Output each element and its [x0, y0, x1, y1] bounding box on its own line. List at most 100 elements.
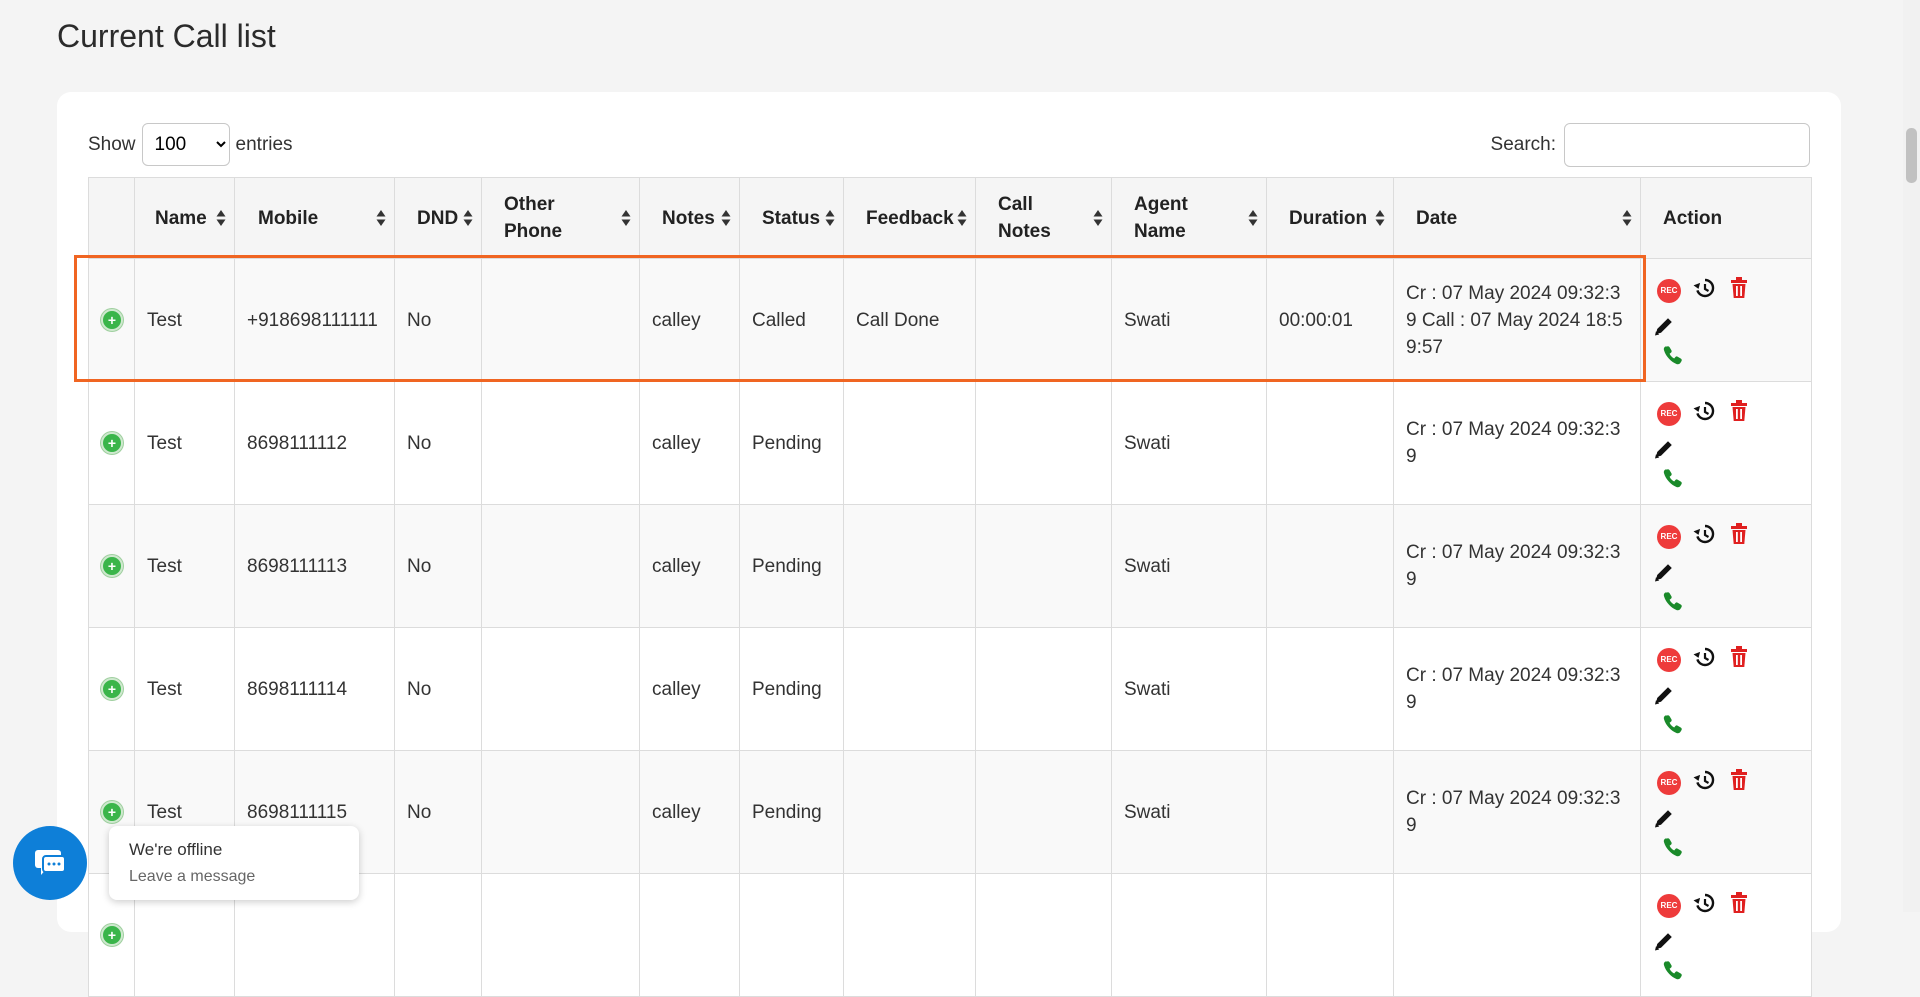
pencil-icon[interactable]: [1653, 438, 1675, 460]
cell-agent-name: Swati: [1111, 504, 1267, 628]
trash-icon[interactable]: [1729, 523, 1749, 545]
pencil-icon[interactable]: [1653, 684, 1675, 706]
history-icon[interactable]: [1693, 646, 1715, 668]
expand-cell: +: [88, 627, 135, 751]
action-group: REC: [1641, 628, 1811, 750]
sort-icon[interactable]: [1248, 209, 1258, 227]
cell-call-notes: [975, 258, 1112, 382]
cell-feedback: [843, 504, 976, 628]
cell-action: REC: [1640, 504, 1812, 628]
table-row: + Test 8698111113 No calley Pending Swati Cr : …: [88, 504, 1812, 628]
column-header-mobile[interactable]: Mobile: [234, 177, 395, 259]
sort-icon[interactable]: [376, 209, 386, 227]
column-header-label: Agent Name: [1134, 194, 1188, 242]
phone-icon[interactable]: [1663, 468, 1683, 488]
column-header-label: Call Notes: [998, 194, 1051, 242]
trash-icon[interactable]: [1729, 646, 1749, 668]
column-header-agent-name[interactable]: Agent Name: [1111, 177, 1267, 259]
add-circle-icon[interactable]: +: [101, 432, 123, 454]
trash-icon[interactable]: [1729, 400, 1749, 422]
page-size-select[interactable]: 100: [141, 123, 230, 166]
trash-icon[interactable]: [1729, 892, 1749, 914]
cell-mobile: 8698111113: [234, 504, 395, 628]
pencil-icon[interactable]: [1653, 807, 1675, 829]
phone-icon[interactable]: [1663, 591, 1683, 611]
cell-date: [1393, 873, 1641, 997]
column-header-action: Action: [1640, 177, 1812, 259]
cell-status: [739, 873, 844, 997]
column-header-dnd[interactable]: DND: [394, 177, 482, 259]
history-icon[interactable]: [1693, 277, 1715, 299]
sort-icon[interactable]: [957, 209, 967, 227]
column-header-call-notes[interactable]: Call Notes: [975, 177, 1112, 259]
rec-icon[interactable]: REC: [1657, 402, 1681, 426]
column-header-other-phone[interactable]: Other Phone: [481, 177, 640, 259]
cell-notes: calley: [639, 381, 740, 505]
history-icon[interactable]: [1693, 523, 1715, 545]
cell-other-phone: [481, 627, 640, 751]
phone-icon[interactable]: [1663, 837, 1683, 857]
cell-notes: calley: [639, 627, 740, 751]
phone-icon[interactable]: [1663, 714, 1683, 734]
cell-duration: 00:00:01: [1266, 258, 1394, 382]
trash-icon[interactable]: [1729, 277, 1749, 299]
pencil-icon[interactable]: [1653, 561, 1675, 583]
column-header-label: Notes: [662, 207, 715, 229]
history-icon[interactable]: [1693, 769, 1715, 791]
column-header-duration[interactable]: Duration: [1266, 177, 1394, 259]
search-label: Search:: [1490, 134, 1556, 155]
column-header-date[interactable]: Date: [1393, 177, 1641, 259]
sort-icon[interactable]: [463, 209, 473, 227]
sort-icon[interactable]: [1375, 209, 1385, 227]
trash-icon[interactable]: [1729, 769, 1749, 791]
column-header-label: Action: [1663, 207, 1723, 229]
chat-offline-bubble[interactable]: We're offline Leave a message: [109, 826, 359, 900]
cell-duration: [1266, 873, 1394, 997]
history-icon[interactable]: [1693, 892, 1715, 914]
add-circle-icon[interactable]: +: [101, 678, 123, 700]
column-header-label: Other Phone: [504, 194, 563, 242]
sort-icon[interactable]: [825, 209, 835, 227]
cell-action: REC: [1640, 873, 1812, 997]
action-group: REC: [1641, 382, 1811, 504]
column-header-status[interactable]: Status: [739, 177, 844, 259]
add-circle-icon[interactable]: +: [101, 555, 123, 577]
sort-icon[interactable]: [721, 209, 731, 227]
column-header-name[interactable]: Name: [134, 177, 235, 259]
history-icon[interactable]: [1693, 400, 1715, 422]
search-input[interactable]: [1564, 123, 1810, 167]
rec-icon[interactable]: REC: [1657, 771, 1681, 795]
column-header-feedback[interactable]: Feedback: [843, 177, 976, 259]
cell-agent-name: Swati: [1111, 750, 1267, 874]
rec-icon[interactable]: REC: [1657, 525, 1681, 549]
column-header-notes[interactable]: Notes: [639, 177, 740, 259]
sort-icon[interactable]: [216, 209, 226, 227]
chat-subtitle[interactable]: Leave a message: [129, 868, 255, 886]
rec-icon[interactable]: REC: [1657, 279, 1681, 303]
pencil-icon[interactable]: [1653, 315, 1675, 337]
cell-name: Test: [134, 627, 235, 751]
action-group: REC: [1641, 505, 1811, 627]
phone-icon[interactable]: [1663, 960, 1683, 980]
add-circle-icon[interactable]: +: [101, 801, 123, 823]
pencil-icon[interactable]: [1653, 930, 1675, 952]
cell-action: REC: [1640, 258, 1812, 382]
page-scrollbar[interactable]: [1903, 0, 1920, 912]
sort-icon[interactable]: [621, 209, 631, 227]
scrollbar-thumb[interactable]: [1906, 128, 1917, 183]
expand-cell: +: [88, 504, 135, 628]
sort-icon[interactable]: [1093, 209, 1103, 227]
column-header-label: Mobile: [258, 207, 319, 229]
phone-icon[interactable]: [1663, 345, 1683, 365]
cell-other-phone: [481, 381, 640, 505]
add-circle-icon[interactable]: +: [101, 309, 123, 331]
rec-icon[interactable]: REC: [1657, 648, 1681, 672]
rec-icon[interactable]: REC: [1657, 894, 1681, 918]
cell-other-phone: [481, 750, 640, 874]
cell-notes: [639, 873, 740, 997]
sort-icon[interactable]: [1622, 209, 1632, 227]
cell-dnd: No: [394, 750, 482, 874]
page-title: Current Call list: [57, 18, 276, 54]
add-circle-icon[interactable]: +: [101, 924, 123, 946]
chat-launcher-button[interactable]: [13, 826, 87, 900]
